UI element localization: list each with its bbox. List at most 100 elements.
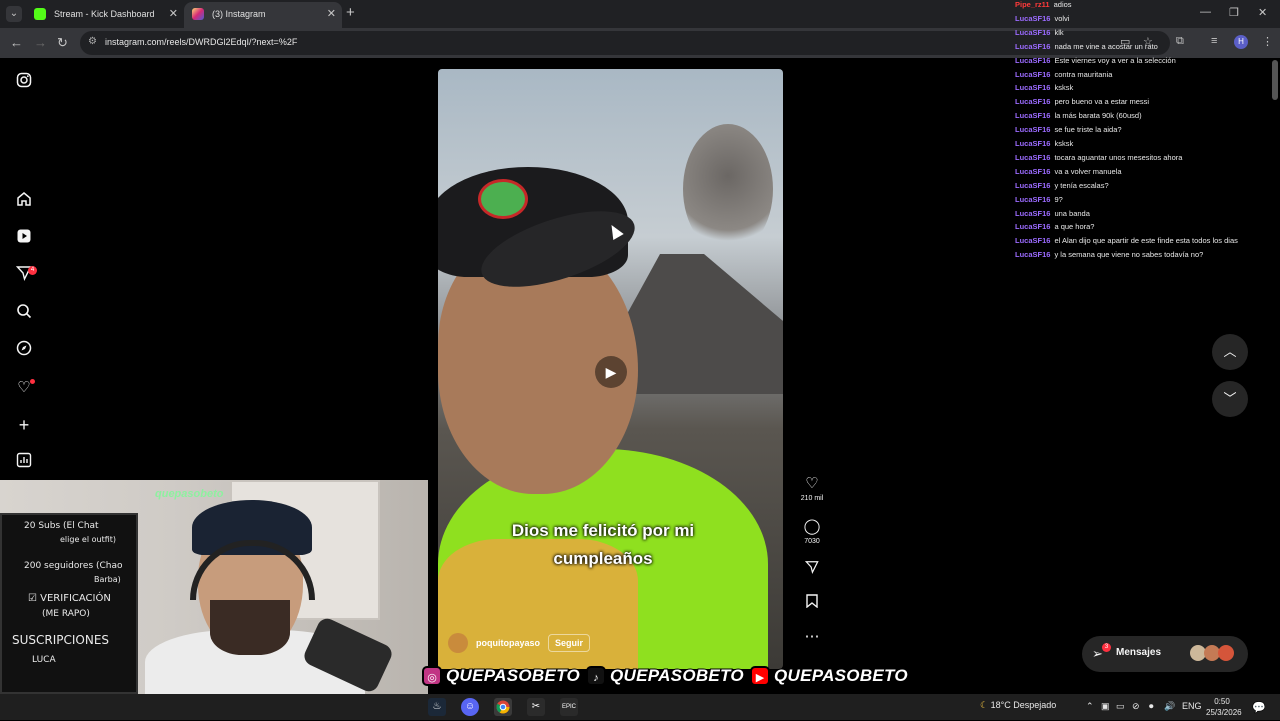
chat-username[interactable]: LucaSF16	[1015, 222, 1050, 231]
chat-username[interactable]: LucaSF16	[1015, 209, 1050, 218]
chat-username[interactable]: LucaSF16	[1015, 181, 1050, 190]
forward-button[interactable]: →	[34, 35, 47, 50]
previous-reel-button[interactable]: ︿	[1212, 334, 1248, 370]
media-controls-icon[interactable]: ≡	[1211, 35, 1217, 47]
chat-message: LucaSF16 klk	[1015, 28, 1064, 38]
site-info-icon[interactable]: ⚙	[88, 36, 97, 47]
chat-text: se fue triste la aida?	[1054, 125, 1122, 135]
discord-icon[interactable]: ☺	[461, 698, 479, 716]
microphone-icon[interactable]: ⏺	[1149, 701, 1154, 712]
save-action[interactable]	[796, 594, 828, 612]
chat-username[interactable]: LucaSF16	[1015, 167, 1050, 176]
tray-app-icon[interactable]: ⊘	[1132, 701, 1140, 712]
chat-message: LucaSF16 ksksk	[1015, 83, 1073, 93]
chat-message: LucaSF16 contra mauritania	[1015, 70, 1112, 80]
heart-icon[interactable]: ♡	[796, 474, 828, 492]
messages-button[interactable]: ➢ 3 Mensajes	[1082, 636, 1248, 672]
back-button[interactable]: ←	[10, 35, 23, 50]
chat-text: nada me vine a acostar un rato	[1054, 41, 1158, 51]
reel-video[interactable]: ▶ Dios me felicitó por mi cumpleaños poq…	[438, 69, 783, 669]
more-options-action[interactable]: ⋯	[796, 627, 828, 645]
reload-button[interactable]: ↻	[57, 35, 68, 51]
youtube-icon: ▶	[749, 666, 770, 686]
epic-games-icon[interactable]: EPIC	[560, 698, 578, 716]
tab-search-button[interactable]: ⌄	[6, 6, 22, 22]
board-line: elige el outfit)	[60, 535, 116, 544]
chat-username[interactable]: LucaSF16	[1015, 70, 1050, 79]
like-action[interactable]: ♡ 210 mil	[796, 474, 828, 502]
instagram-logo-icon[interactable]	[14, 72, 34, 92]
explore-compass-icon[interactable]	[14, 340, 34, 360]
video-caption: Dios me felicitó por mi cumpleaños	[511, 521, 695, 568]
search-icon[interactable]	[14, 303, 34, 323]
capcut-icon[interactable]: ✂	[527, 698, 545, 716]
next-reel-button[interactable]: ﹀	[1212, 381, 1248, 417]
create-plus-icon[interactable]: +	[14, 415, 34, 435]
extensions-icon[interactable]: ⧉	[1176, 35, 1184, 48]
chat-username[interactable]: Pipe_rz11	[1015, 0, 1050, 9]
chat-text: una banda	[1054, 208, 1090, 218]
new-tab-button[interactable]: +	[346, 4, 355, 21]
comment-icon[interactable]: ◯	[796, 517, 828, 535]
chat-username[interactable]: LucaSF16	[1015, 14, 1050, 23]
maximize-button[interactable]: ❐	[1229, 6, 1239, 19]
board-line: SUSCRIPCIONES	[12, 633, 110, 647]
chat-text: ksksk	[1054, 83, 1074, 93]
close-window-button[interactable]: ✕	[1258, 6, 1267, 19]
reels-icon[interactable]	[14, 228, 34, 248]
comment-action[interactable]: ◯ 7030	[796, 517, 828, 545]
comment-count: 7030	[804, 538, 820, 545]
board-line: (ME RAPO)	[42, 609, 90, 619]
share-action[interactable]	[796, 560, 828, 578]
address-url[interactable]: instagram.com/reels/DWRDGl2EdqI/?next=%2…	[105, 37, 297, 47]
chat-message: LucaSF16 y tenía escalas?	[1015, 181, 1109, 191]
tab-close-icon[interactable]: ✕	[327, 2, 336, 26]
tray-overflow-icon[interactable]: ⌃	[1086, 701, 1094, 712]
weather-widget[interactable]: ☾ 18°C Despejado	[980, 700, 1056, 711]
chat-username[interactable]: LucaSF16	[1015, 83, 1050, 92]
address-bar[interactable]: ⚙ instagram.com/reels/DWRDGl2EdqI/?next=…	[80, 31, 1170, 55]
chat-username[interactable]: LucaSF16	[1015, 28, 1050, 37]
browser-tab-bar: ⌄ Stream - Kick Dashboard ✕ (3) Instagra…	[0, 0, 1280, 28]
chat-message: LucaSF16 volvi	[1015, 14, 1069, 24]
author-username[interactable]: poquitopayaso	[476, 638, 540, 648]
instagram-favicon-icon	[192, 8, 204, 20]
steam-icon[interactable]: ♨	[428, 698, 446, 716]
chat-username[interactable]: LucaSF16	[1015, 97, 1050, 106]
youtube-handle: QUEPASOBETO	[773, 665, 909, 686]
volcano-smoke	[683, 124, 773, 254]
chat-username[interactable]: LucaSF16	[1015, 250, 1050, 259]
volume-icon[interactable]: 🔊	[1164, 701, 1175, 712]
tab-close-icon[interactable]: ✕	[169, 2, 178, 26]
chat-username[interactable]: LucaSF16	[1015, 153, 1050, 162]
notifications-icon[interactable]: 💬	[1252, 701, 1266, 714]
minimize-button[interactable]: —	[1200, 6, 1211, 18]
bookmark-icon[interactable]	[796, 594, 828, 612]
browser-menu-icon[interactable]: ⋮	[1262, 35, 1273, 48]
chat-username[interactable]: LucaSF16	[1015, 42, 1050, 51]
tray-app-icon[interactable]: ▣	[1101, 701, 1110, 712]
tab-instagram[interactable]: (3) Instagram ✕	[184, 2, 342, 28]
chrome-icon[interactable]	[494, 698, 512, 716]
page-scrollbar[interactable]	[1272, 60, 1278, 100]
author-avatar[interactable]	[448, 633, 468, 653]
chat-username[interactable]: LucaSF16	[1015, 111, 1050, 120]
chat-username[interactable]: LucaSF16	[1015, 56, 1050, 65]
tab-kick-dashboard[interactable]: Stream - Kick Dashboard ✕	[26, 2, 184, 28]
chat-username[interactable]: LucaSF16	[1015, 139, 1050, 148]
chat-username[interactable]: LucaSF16	[1015, 125, 1050, 134]
webcam-handle: quepasobeto	[155, 488, 224, 500]
clock[interactable]: 0:50 25/3/2026	[1206, 696, 1242, 718]
chat-username[interactable]: LucaSF16	[1015, 195, 1050, 204]
chat-username[interactable]: LucaSF16	[1015, 236, 1050, 245]
more-options-icon[interactable]: ⋯	[796, 627, 828, 645]
dashboard-icon[interactable]	[14, 452, 34, 472]
home-icon[interactable]	[14, 191, 34, 211]
profile-avatar[interactable]: H	[1234, 35, 1248, 49]
follow-button[interactable]: Seguir	[548, 634, 591, 652]
chat-message: LucaSF16 nada me vine a acostar un rato	[1015, 42, 1158, 52]
language-indicator[interactable]: ENG	[1182, 701, 1202, 711]
play-icon[interactable]: ▶	[595, 356, 627, 388]
tray-app-icon[interactable]: ▭	[1116, 701, 1125, 712]
share-icon[interactable]	[796, 560, 828, 578]
